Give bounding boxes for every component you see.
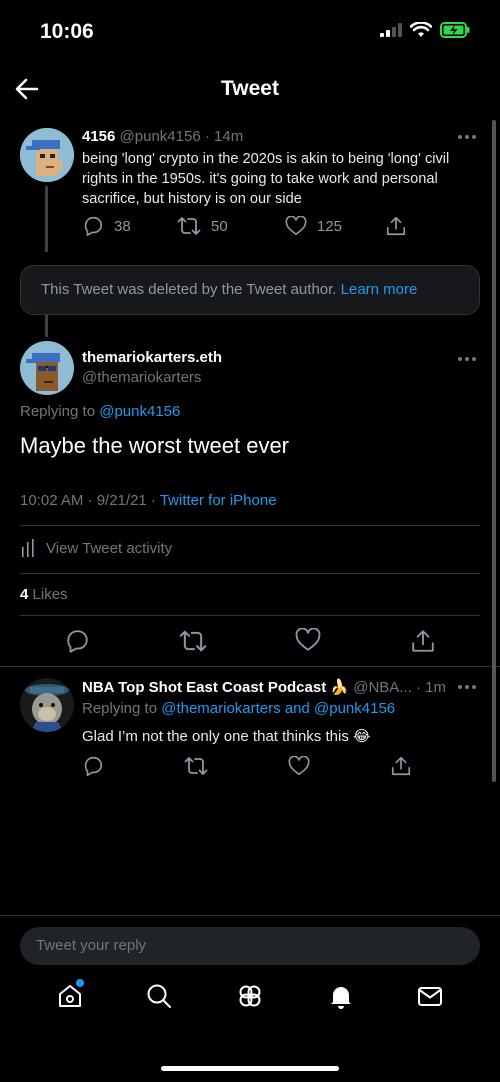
divider <box>0 666 500 667</box>
retweet-icon[interactable] <box>184 755 208 777</box>
replying-prefix: Replying to <box>82 700 158 717</box>
tweet-actions: 38 50 125 <box>82 215 422 237</box>
share-icon[interactable] <box>410 628 436 654</box>
retweet-count: 50 <box>211 217 228 235</box>
wifi-icon <box>410 22 432 37</box>
author-handle[interactable]: @themariokarters <box>82 369 201 386</box>
tab-search[interactable] <box>145 982 173 1015</box>
punk-avatar-image <box>20 128 74 182</box>
avatar[interactable] <box>20 678 74 732</box>
replying-to-link[interactable]: @punk4156 <box>99 403 180 420</box>
laughing-emoji: 😂 <box>353 728 371 745</box>
status-time: 10:06 <box>40 20 94 43</box>
tab-home[interactable] <box>56 979 84 1015</box>
divider <box>20 615 480 616</box>
likes-label: Likes <box>32 586 68 603</box>
author-name[interactable]: themariokarters.eth <box>82 349 222 366</box>
author-name[interactable]: NBA Top Shot East Coast Podcast <box>82 679 326 696</box>
tweet-text: Maybe the worst tweet ever <box>20 433 290 458</box>
like-count: 125 <box>317 217 343 235</box>
scrollbar[interactable] <box>492 120 496 782</box>
deleted-tweet-notice: This Tweet was deleted by the Tweet auth… <box>20 265 480 315</box>
replying-to-link[interactable]: @themariokarters and @punk4156 <box>161 700 395 717</box>
retweet-icon[interactable] <box>179 628 207 654</box>
avatar[interactable] <box>20 341 74 395</box>
podcast-ape-avatar-image <box>20 678 74 732</box>
tweet-text: Glad I’m not the only one that thinks th… <box>82 728 349 745</box>
analytics-icon <box>22 539 34 557</box>
page-title: Tweet <box>221 77 279 100</box>
tweet-meta: 10:02 AM · 9/21/21 · Twitter for iPhone <box>20 492 277 509</box>
heart-icon[interactable] <box>295 628 321 652</box>
heart-icon[interactable] <box>288 756 310 776</box>
author-name[interactable]: 4156 <box>82 128 115 145</box>
thread-line <box>45 315 48 337</box>
home-indicator[interactable] <box>161 1066 339 1071</box>
reply-icon[interactable] <box>82 755 104 777</box>
likes-count: 4 <box>20 586 29 603</box>
tweet-actions <box>82 755 412 777</box>
notifications-icon <box>330 987 351 1009</box>
learn-more-link[interactable]: Learn more <box>341 281 418 298</box>
reply-count: 38 <box>114 217 131 235</box>
tweet-header: 4156 @punk4156 · 14m <box>82 128 243 145</box>
tab-communities[interactable] <box>235 982 265 1015</box>
retweet-button[interactable]: 50 <box>177 215 285 237</box>
tweet-text: being 'long' crypto in the 2020s is akin… <box>82 151 450 207</box>
replying-to: Replying to @punk4156 <box>20 403 180 420</box>
search-icon <box>147 984 172 1008</box>
like-button[interactable]: 125 <box>285 216 385 236</box>
view-activity-label: View Tweet activity <box>46 539 173 557</box>
divider <box>20 573 480 574</box>
notification-dot <box>75 979 84 987</box>
battery-charging-icon <box>440 22 470 38</box>
more-options-icon[interactable] <box>458 357 476 361</box>
tab-messages[interactable] <box>416 982 444 1015</box>
share-button[interactable] <box>385 215 407 237</box>
tweet-header: NBA Top Shot East Coast Podcast 🍌 @NBA..… <box>82 678 446 696</box>
avatar[interactable] <box>20 128 74 182</box>
tab-bar <box>0 979 500 1015</box>
deleted-notice-text: This Tweet was deleted by the Tweet auth… <box>41 281 337 298</box>
divider <box>20 525 480 526</box>
mariokarters-avatar-image <box>20 341 74 395</box>
tweet-text-row: Glad I’m not the only one that thinks th… <box>82 727 371 747</box>
view-activity-button[interactable]: View Tweet activity <box>20 539 172 557</box>
banana-emoji: 🍌 <box>330 679 350 696</box>
messages-icon <box>418 987 443 1006</box>
cellular-signal-icon <box>380 23 402 37</box>
thread-line <box>45 186 48 252</box>
tab-notifications[interactable] <box>327 982 355 1015</box>
share-icon[interactable] <box>390 755 412 777</box>
likes-summary[interactable]: 4 Likes <box>20 586 68 603</box>
author-handle[interactable]: @punk4156 <box>120 128 201 145</box>
reply-button[interactable]: 38 <box>82 215 177 237</box>
communities-icon <box>239 985 261 1007</box>
replying-to: Replying to @themariokarters and @punk41… <box>82 700 395 717</box>
replying-prefix: Replying to <box>20 403 96 420</box>
main-tweet-actions <box>20 628 480 654</box>
retweet-icon <box>177 217 201 235</box>
tweet-source-link[interactable]: Twitter for iPhone <box>160 492 277 509</box>
reply-icon <box>84 216 103 236</box>
tweet-timestamp: 10:02 AM · 9/21/21 · <box>20 492 156 509</box>
heart-icon <box>285 216 307 235</box>
reply-input[interactable]: Tweet your reply <box>20 927 480 965</box>
author-handle-time[interactable]: @NBA... · 1m <box>353 679 446 696</box>
reply-icon[interactable] <box>64 628 90 654</box>
more-options-icon[interactable] <box>458 135 476 139</box>
tweet-time: · 14m <box>204 128 244 145</box>
divider <box>0 915 500 916</box>
status-icons <box>380 22 470 38</box>
more-options-icon[interactable] <box>458 685 476 689</box>
share-icon <box>386 216 406 236</box>
